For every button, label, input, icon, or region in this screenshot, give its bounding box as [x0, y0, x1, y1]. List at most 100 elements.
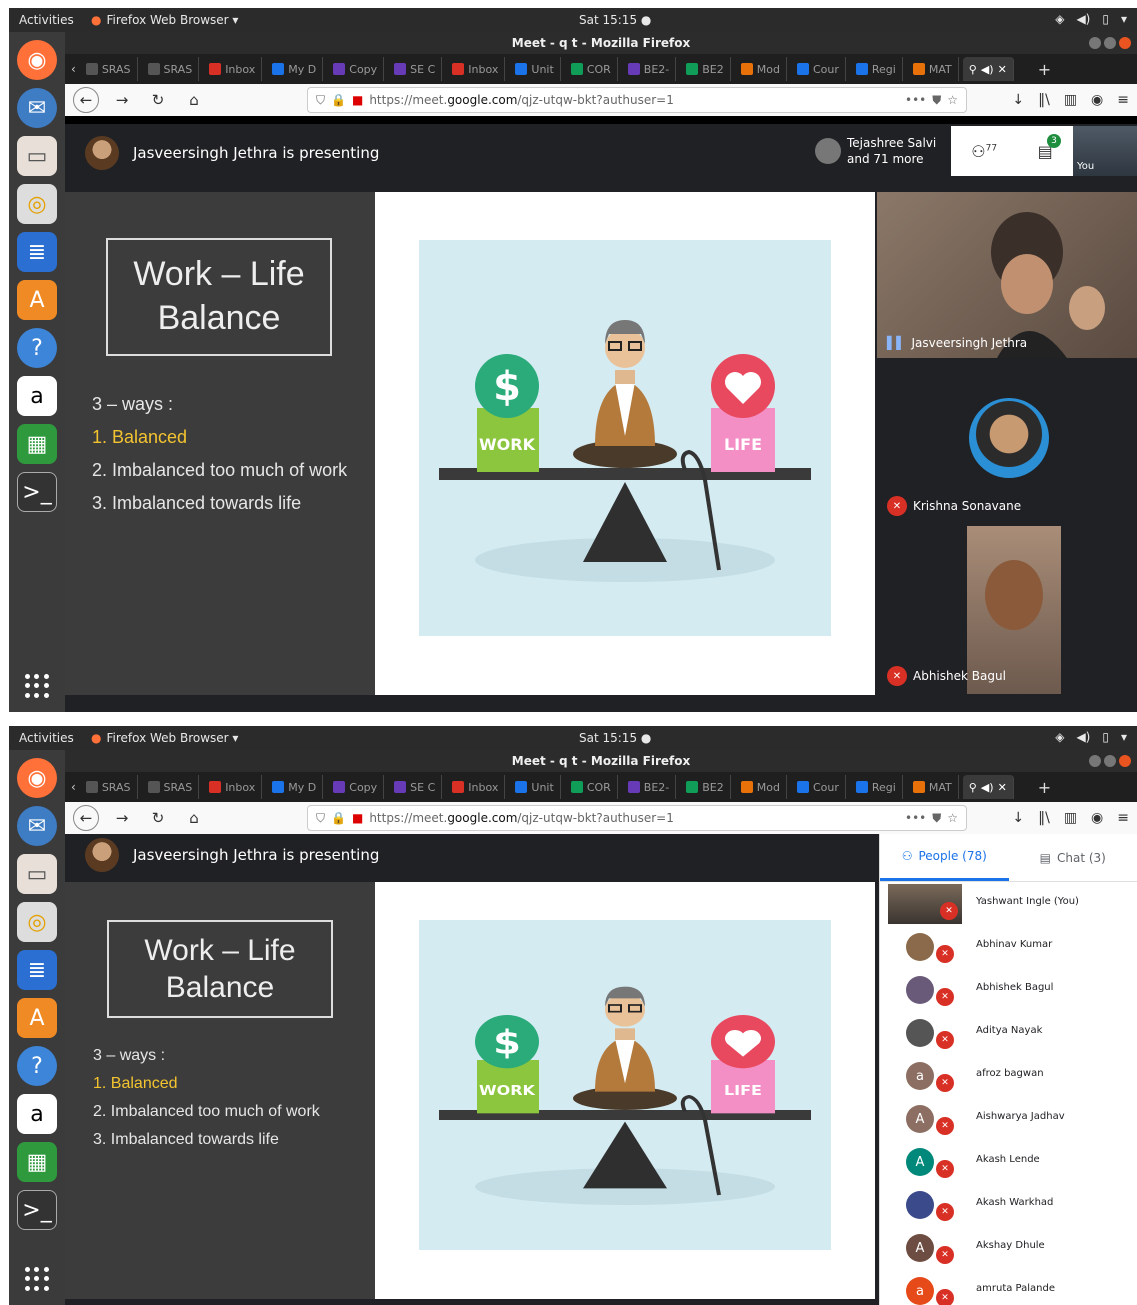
tab[interactable]: MAT [907, 57, 959, 81]
library-icon[interactable]: ‖\ [1038, 92, 1050, 108]
show-apps-icon[interactable] [25, 1267, 49, 1291]
thunderbird-icon[interactable]: ✉ [17, 88, 57, 128]
list-item[interactable]: ✕ Abhinav Kumar [880, 925, 1137, 968]
library-icon[interactable]: ‖\ [1038, 810, 1050, 826]
app-menu[interactable]: ● Firefox Web Browser ▾ [91, 731, 238, 745]
list-item[interactable]: a ✕ afroz bagwan [880, 1054, 1137, 1097]
participant-tile[interactable]: ✕ Abhishek Bagul [877, 526, 1137, 694]
files-icon[interactable]: ▭ [17, 136, 57, 176]
firefox-icon[interactable]: ◉ [17, 40, 57, 80]
people-button[interactable]: ⚇77 [971, 142, 997, 161]
minimize-button[interactable] [1089, 755, 1101, 767]
tab-active-meet[interactable]: ⚲ ◀) ✕ [962, 775, 1014, 799]
url-bar[interactable]: ⛉ 🔒 ■ https://meet. google.com/qjz-utqw-bkt… [307, 87, 967, 113]
tab[interactable]: Unit [509, 775, 561, 799]
activities-button[interactable]: Activities [19, 13, 74, 27]
url-bar[interactable]: ⛉ 🔒 ■ https://meet. google.com/qjz-utqw-bkt… [307, 805, 967, 831]
firefox-icon[interactable]: ◉ [17, 758, 57, 798]
clock[interactable]: Sat 15:15 ● [579, 731, 651, 745]
tab-scroll-left-icon[interactable]: ‹ [71, 780, 76, 794]
download-icon[interactable]: ↓ [1012, 92, 1024, 108]
help-icon[interactable]: ? [17, 328, 57, 368]
close-tab-icon[interactable]: ✕ [998, 63, 1007, 76]
page-actions-icon[interactable]: ••• [905, 811, 926, 825]
tab[interactable]: My D [266, 775, 324, 799]
tab[interactable]: Inbox [203, 57, 263, 81]
tab[interactable]: Inbox [446, 775, 506, 799]
system-tray[interactable]: ◈ ◀) ▯ ▾ [1055, 730, 1127, 744]
list-item[interactable]: ✕ Yashwant Ingle (You) [880, 882, 1137, 925]
rhythmbox-icon[interactable]: ◎ [17, 184, 57, 224]
calc-icon[interactable]: ▦ [17, 1142, 57, 1182]
list-item[interactable]: ✕ Abhishek Bagul [880, 968, 1137, 1011]
calc-icon[interactable]: ▦ [17, 424, 57, 464]
clock[interactable]: Sat 15:15 ● [579, 13, 651, 27]
back-button[interactable]: ← [73, 87, 99, 113]
close-tab-icon[interactable]: ✕ [998, 781, 1007, 794]
list-item[interactable]: ✕ Akash Warkhad [880, 1183, 1137, 1226]
tab[interactable]: SE C [388, 775, 443, 799]
forward-button[interactable]: → [109, 87, 135, 113]
writer-icon[interactable]: ≣ [17, 232, 57, 272]
close-window-button[interactable] [1119, 37, 1131, 49]
tab[interactable]: BE2- [622, 775, 677, 799]
maximize-button[interactable] [1104, 755, 1116, 767]
pocket-icon[interactable]: ⛊ [932, 93, 941, 108]
tab-active-meet[interactable]: ⚲ ◀) ✕ [962, 57, 1014, 81]
tab[interactable]: COR [565, 775, 618, 799]
maximize-button[interactable] [1104, 37, 1116, 49]
account-icon[interactable]: ◉ [1091, 92, 1103, 108]
star-icon[interactable]: ☆ [947, 93, 958, 107]
download-icon[interactable]: ↓ [1012, 810, 1024, 826]
tab-scroll-left-icon[interactable]: ‹ [71, 62, 76, 76]
tab-people[interactable]: ⚇ People (78) [880, 834, 1009, 881]
tab[interactable]: SRAS [80, 57, 138, 81]
star-icon[interactable]: ☆ [947, 811, 958, 825]
tab[interactable]: Unit [509, 57, 561, 81]
menu-icon[interactable]: ≡ [1117, 810, 1129, 826]
tab[interactable]: Regi [850, 57, 903, 81]
new-tab-button[interactable]: + [1038, 60, 1051, 79]
tab[interactable]: Cour [791, 775, 846, 799]
tab[interactable]: My D [266, 57, 324, 81]
rhythmbox-icon[interactable]: ◎ [17, 902, 57, 942]
system-tray[interactable]: ◈ ◀) ▯ ▾ [1055, 12, 1127, 26]
participant-tile[interactable]: ✕ Krishna Sonavane [877, 360, 1137, 524]
new-tab-button[interactable]: + [1038, 778, 1051, 797]
tab[interactable]: SRAS [142, 57, 200, 81]
tab[interactable]: Mod [735, 57, 787, 81]
tab[interactable]: BE2 [680, 775, 731, 799]
tab[interactable]: COR [565, 57, 618, 81]
tab[interactable]: Mod [735, 775, 787, 799]
reload-button[interactable]: ↻ [145, 805, 171, 831]
tab[interactable]: Copy [327, 775, 385, 799]
thunderbird-icon[interactable]: ✉ [17, 806, 57, 846]
show-apps-icon[interactable] [25, 674, 49, 698]
forward-button[interactable]: → [109, 805, 135, 831]
page-actions-icon[interactable]: ••• [905, 93, 926, 107]
tab[interactable]: BE2 [680, 57, 731, 81]
tab[interactable]: Regi [850, 775, 903, 799]
tab[interactable]: MAT [907, 775, 959, 799]
help-icon[interactable]: ? [17, 1046, 57, 1086]
close-window-button[interactable] [1119, 755, 1131, 767]
tab[interactable]: Inbox [446, 57, 506, 81]
list-item[interactable]: A ✕ Aishwarya Jadhav [880, 1097, 1137, 1140]
home-button[interactable]: ⌂ [181, 87, 207, 113]
activities-button[interactable]: Activities [19, 731, 74, 745]
tab[interactable]: SRAS [80, 775, 138, 799]
minimize-button[interactable] [1089, 37, 1101, 49]
list-item[interactable]: ✕ Aditya Nayak [880, 1011, 1137, 1054]
tab[interactable]: Copy [327, 57, 385, 81]
account-icon[interactable]: ◉ [1091, 810, 1103, 826]
tab-chat[interactable]: ▤ Chat (3) [1009, 834, 1137, 881]
tab[interactable]: SRAS [142, 775, 200, 799]
self-view[interactable]: You [1073, 126, 1137, 176]
list-item[interactable]: A ✕ Akshay Dhule [880, 1226, 1137, 1269]
tab[interactable]: BE2- [622, 57, 677, 81]
files-icon[interactable]: ▭ [17, 854, 57, 894]
tab[interactable]: SE C [388, 57, 443, 81]
terminal-icon[interactable]: >_ [17, 472, 57, 512]
amazon-icon[interactable]: a [17, 1094, 57, 1134]
participant-tile[interactable]: ▌▌ Jasveersingh Jethra [877, 192, 1137, 358]
